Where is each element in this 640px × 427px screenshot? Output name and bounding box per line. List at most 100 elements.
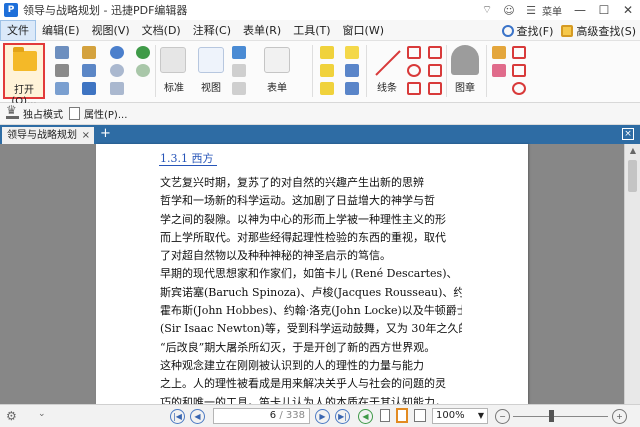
app-logo: P <box>4 3 18 17</box>
last-page-button[interactable]: ▶| <box>335 409 350 424</box>
polygon-icon[interactable] <box>428 46 442 59</box>
find-button[interactable]: 查找(F) <box>501 23 554 39</box>
menu-window[interactable]: 窗口(W) <box>337 20 390 41</box>
cloud-icon[interactable] <box>428 82 442 95</box>
share-icon[interactable] <box>82 82 96 95</box>
user-icon[interactable]: ☺ <box>498 4 520 17</box>
forward-icon[interactable] <box>136 64 150 77</box>
back-view-button[interactable]: ◀ <box>358 409 373 424</box>
pdf-page[interactable]: 1.3.1 西方 文艺复兴时期，复苏了的对自然的兴趣产生出新的思辨 哲学和一场新… <box>96 144 528 404</box>
hand-tool-icon[interactable] <box>160 47 186 73</box>
rectangle-icon[interactable] <box>407 82 421 95</box>
area-icon[interactable] <box>512 64 526 77</box>
close-button[interactable]: ✕ <box>616 3 640 17</box>
exclusive-mode-label: 独占模式 <box>23 110 63 121</box>
zoom-out-button[interactable]: − <box>495 409 510 424</box>
email-icon[interactable] <box>82 46 96 59</box>
menu-label[interactable]: 菜单 <box>542 3 562 18</box>
advanced-find-button[interactable]: 高级查找(S) <box>561 23 636 39</box>
wifi-icon[interactable]: ⌔ <box>476 3 498 17</box>
page-number-field[interactable]: 6 / 338 <box>213 408 310 424</box>
menu-comment[interactable]: 注释(C) <box>187 20 237 41</box>
save-icon[interactable] <box>55 46 69 59</box>
redo-icon[interactable] <box>110 64 124 77</box>
single-page-icon[interactable] <box>380 409 390 422</box>
perimeter-icon[interactable] <box>512 82 526 95</box>
zoom-select[interactable]: 100% ▼ <box>432 408 488 424</box>
next-page-button[interactable]: ▶ <box>315 409 330 424</box>
sound-icon[interactable] <box>345 82 359 95</box>
menu-form[interactable]: 表单(R) <box>237 20 287 41</box>
line-tool-icon[interactable] <box>372 47 404 79</box>
circle-icon[interactable] <box>407 64 421 77</box>
form-tool-icon[interactable] <box>264 47 290 73</box>
text-line: 斯宾诺塞(Baruch Spinoza)、卢梭(Jacques Rousseau… <box>160 285 462 299</box>
text-box-icon[interactable] <box>232 64 246 77</box>
measure-icon[interactable] <box>512 46 526 59</box>
print-icon[interactable] <box>55 64 69 77</box>
divider <box>155 45 156 97</box>
strike-text-icon[interactable] <box>320 82 334 95</box>
tab-document[interactable]: 领导与战略规划 × <box>2 127 94 144</box>
menu-tools[interactable]: 工具(T) <box>287 20 336 41</box>
menu-view[interactable]: 视图(V) <box>86 20 136 41</box>
highlight-text-icon[interactable] <box>320 46 334 59</box>
attachment-icon[interactable] <box>345 64 359 77</box>
arrow-icon[interactable] <box>407 46 421 59</box>
text-line: 文艺复兴时期，复苏了的对自然的兴趣产生出新的思辨 <box>160 176 424 189</box>
maximize-button[interactable]: ☐ <box>592 3 616 17</box>
close-all-tabs-button[interactable]: × <box>622 128 634 140</box>
text-line: 之上。人的理性被看成是用来解决关乎人与社会的问题的灵 <box>160 377 446 391</box>
continuous-page-icon[interactable] <box>396 408 408 423</box>
tab-close-icon[interactable]: × <box>82 127 90 144</box>
facing-pages-icon[interactable] <box>414 409 426 422</box>
zoom-slider-knob[interactable] <box>549 410 554 422</box>
body-text: 文艺复兴时期，复苏了的对自然的兴趣产生出新的思辨 哲学和一场新的科学运动。这加剧… <box>160 174 462 404</box>
open-button[interactable]: 打开(O)... <box>3 43 45 107</box>
previous-page-button[interactable]: ◀ <box>190 409 205 424</box>
text-line: 霍布斯(John Hobbes)、约翰·洛克(John Locke)以及牛顿爵士 <box>160 304 462 318</box>
back-icon[interactable] <box>136 46 150 59</box>
menu-icon[interactable]: ☰ <box>520 4 542 17</box>
scan-icon[interactable] <box>82 64 96 77</box>
add-tab-button[interactable]: + <box>100 126 111 141</box>
exclusive-mode-button[interactable]: 独占模式 <box>6 103 63 121</box>
menu-document[interactable]: 文档(D) <box>136 20 187 41</box>
total-pages: / 338 <box>279 410 305 421</box>
zoom-in-button[interactable]: + <box>612 409 627 424</box>
scroll-thumb[interactable] <box>628 160 637 192</box>
undo-icon[interactable] <box>110 46 124 59</box>
vertical-scrollbar[interactable]: ▲ <box>624 144 640 404</box>
minimize-button[interactable]: — <box>568 3 592 17</box>
chevron-down-icon[interactable]: ⌄ <box>38 409 46 424</box>
image-icon[interactable] <box>232 46 246 59</box>
properties-button[interactable]: 属性(P)... <box>69 106 127 121</box>
stamp-icon[interactable] <box>451 45 479 75</box>
document-viewport[interactable]: 1.3.1 西方 文艺复兴时期，复苏了的对自然的兴趣产生出新的思辨 哲学和一场新… <box>0 144 640 404</box>
pencil-icon[interactable] <box>492 46 506 59</box>
underline-text-icon[interactable] <box>320 64 334 77</box>
folder-search-icon <box>561 24 574 37</box>
menu-file[interactable]: 文件 <box>0 19 36 41</box>
text-line: 了对超自然物以及种种神秘的神圣启示的笃信。 <box>160 249 391 263</box>
cut-icon[interactable] <box>110 82 124 95</box>
text-line: 哲学和一场新的科学运动。这加剧了日益增大的神学与哲 <box>160 194 435 208</box>
view-tool-icon[interactable] <box>198 47 224 73</box>
secondary-toolbar: 独占模式 属性(P)... <box>0 103 640 125</box>
note-icon[interactable] <box>345 46 359 59</box>
first-page-button[interactable]: |◀ <box>170 409 185 424</box>
tab-label: 领导与战略规划 <box>7 130 77 141</box>
zoom-slider-track[interactable] <box>513 416 608 417</box>
find-label: 查找(F) <box>516 24 554 38</box>
divider <box>312 45 313 97</box>
settings-icon[interactable]: ⚙ <box>6 409 17 424</box>
scroll-up-icon[interactable]: ▲ <box>625 144 640 158</box>
text-line: 而上学所取代。对那些经得起理性检验的东西的重视，取代 <box>160 230 446 244</box>
document-icon[interactable] <box>55 82 69 95</box>
eraser-icon[interactable] <box>492 64 506 77</box>
polyline-icon[interactable] <box>428 64 442 77</box>
link-icon[interactable] <box>232 82 246 95</box>
advanced-find-label: 高级查找(S) <box>576 24 636 38</box>
menu-edit[interactable]: 编辑(E) <box>36 20 86 41</box>
stamp-label: 图章 <box>455 83 475 94</box>
